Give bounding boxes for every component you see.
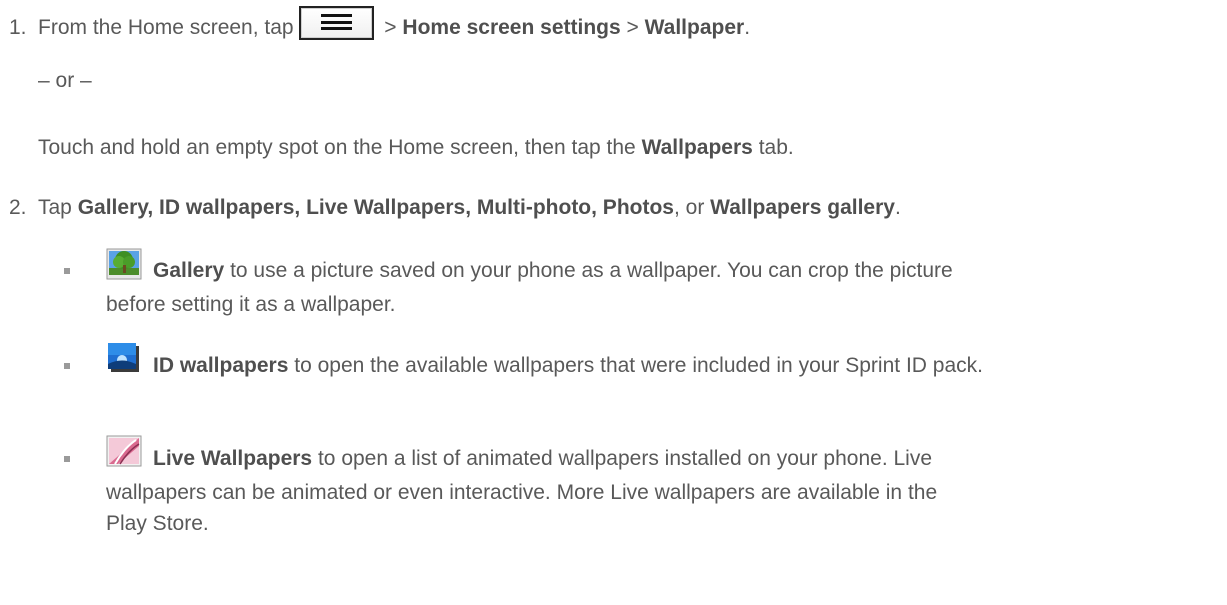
live-wallpapers-text-line-2: wallpapers can be animated or even inter…	[106, 481, 938, 504]
home-screen-settings-label: Home screen settings	[402, 16, 621, 39]
step-text: Tap	[38, 196, 72, 219]
id-wallpapers-title: ID wallpapers	[153, 354, 289, 377]
wallpaper-label: Wallpaper	[644, 16, 745, 39]
step-text-middle: , or	[673, 196, 705, 219]
separator: >	[384, 16, 397, 39]
alt-text: Touch and hold an empty spot on the Home…	[38, 136, 636, 159]
bullet-marker	[64, 363, 70, 369]
gallery-description: Gallery to use a picture saved on your p…	[153, 258, 953, 284]
separator: >	[626, 16, 639, 39]
period: .	[894, 196, 901, 219]
bullet-marker	[64, 268, 70, 274]
live-wallpapers-text-line-1: to open a list of animated wallpapers in…	[317, 447, 933, 470]
menu-key-icon	[299, 6, 375, 40]
live-wallpapers-title: Live Wallpapers	[153, 447, 313, 470]
step-2: 2. Tap Gallery, ID wallpapers, Live Wallp…	[9, 195, 901, 221]
id-wallpapers-description: ID wallpapers to open the available wall…	[153, 353, 983, 379]
id-wallpapers-text: to open the available wallpapers that we…	[294, 354, 983, 377]
wallpapers-gallery-label: Wallpapers gallery	[710, 196, 895, 219]
id-wallpapers-icon	[106, 340, 142, 376]
gallery-title: Gallery	[153, 259, 225, 282]
wallpapers-tab-label: Wallpapers	[641, 136, 753, 159]
live-wallpapers-icon	[106, 433, 142, 469]
gallery-icon	[106, 246, 142, 282]
wallpaper-sources-label: Gallery, ID wallpapers, Live Wallpapers,…	[77, 196, 674, 219]
or-separator: – or –	[38, 69, 92, 92]
period: .	[744, 16, 751, 39]
step-number: 1.	[9, 16, 27, 39]
step-1: 1. From the Home screen, tap > Home scree…	[9, 6, 750, 41]
step-text: From the Home screen, tap	[38, 16, 294, 39]
gallery-text-line-2: before setting it as a wallpaper.	[106, 293, 396, 316]
bullet-marker	[64, 456, 70, 462]
alt-suffix: tab.	[758, 136, 794, 159]
alternative-instruction: Touch and hold an empty spot on the Home…	[38, 135, 794, 161]
live-wallpapers-text-line-3: Play Store.	[106, 512, 209, 535]
gallery-text-line-1: to use a picture saved on your phone as …	[230, 259, 953, 282]
live-wallpapers-description: Live Wallpapers to open a list of animat…	[153, 446, 932, 472]
step-number: 2.	[9, 196, 27, 219]
